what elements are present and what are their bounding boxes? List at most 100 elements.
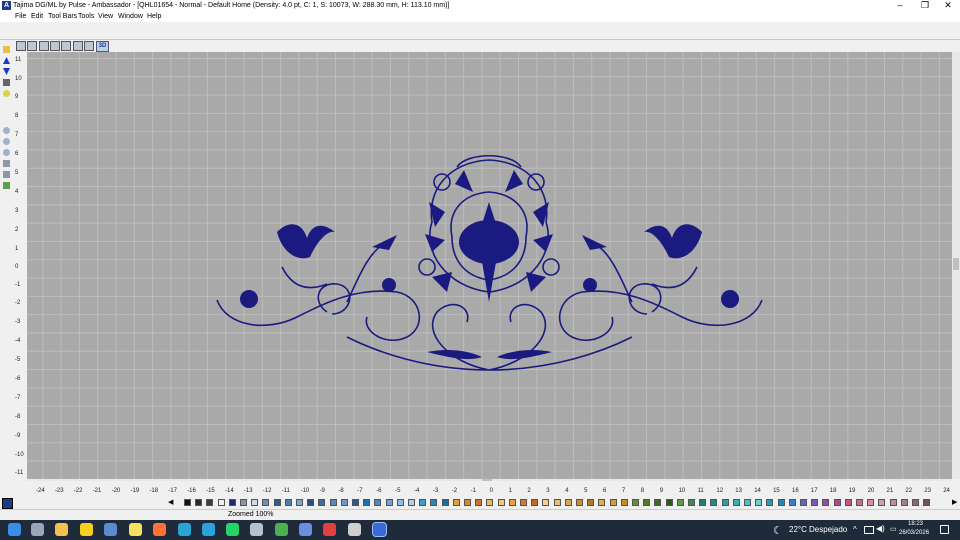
clock-time[interactable]: 18:23: [908, 521, 923, 527]
palette-swatch[interactable]: [318, 499, 326, 506]
minimize-button[interactable]: –: [888, 0, 912, 11]
volume-icon[interactable]: ◀): [876, 524, 885, 533]
palette-swatch[interactable]: [475, 499, 483, 506]
open-design-icon[interactable]: [16, 41, 26, 51]
current-color-swatch[interactable]: [2, 498, 13, 509]
print-icon[interactable]: [3, 79, 10, 86]
taskbar-start-icon[interactable]: [8, 523, 21, 536]
palette-swatch[interactable]: [419, 499, 427, 506]
palette-swatch[interactable]: [520, 499, 527, 506]
palette-swatch[interactable]: [587, 499, 595, 506]
lightbulb-icon[interactable]: [3, 90, 10, 97]
palette-swatch[interactable]: [598, 499, 606, 506]
taskbar-app-gray-icon[interactable]: [250, 523, 263, 536]
palette-swatch[interactable]: [844, 499, 852, 506]
save-icon[interactable]: [27, 41, 37, 51]
taskbar-file-explorer-icon[interactable]: [55, 523, 68, 536]
palette-swatch[interactable]: [363, 499, 371, 506]
zoom-box-icon[interactable]: [3, 171, 10, 178]
zoom-fit-icon[interactable]: [3, 160, 10, 167]
palette-swatch[interactable]: [900, 499, 908, 506]
outline-view-icon[interactable]: [50, 41, 60, 51]
palette-swatch[interactable]: [912, 499, 919, 506]
pen-tool-icon[interactable]: [3, 182, 10, 189]
menu-file[interactable]: File: [15, 12, 26, 21]
palette-swatch[interactable]: [889, 499, 897, 506]
palette-swatch[interactable]: [553, 499, 561, 506]
menu-window[interactable]: Window: [118, 12, 143, 21]
palette-swatch[interactable]: [430, 499, 438, 506]
grid-icon[interactable]: [61, 41, 71, 51]
palette-swatch[interactable]: [878, 499, 886, 506]
palette-swatch[interactable]: [788, 499, 796, 506]
palette-swatch[interactable]: [833, 499, 841, 506]
hoop-icon[interactable]: [73, 41, 83, 51]
taskbar-chrome-icon[interactable]: [275, 523, 288, 536]
palette-swatch[interactable]: [856, 499, 863, 506]
vertical-scrollbar[interactable]: [952, 52, 960, 479]
palette-swatch[interactable]: [307, 499, 315, 506]
palette-swatch[interactable]: [352, 499, 359, 506]
realistic-view-icon[interactable]: [84, 41, 94, 51]
palette-swatch[interactable]: [508, 499, 516, 506]
menu-tools[interactable]: Tools: [78, 12, 94, 21]
palette-swatch[interactable]: [251, 499, 259, 506]
palette-swatch[interactable]: [273, 499, 281, 506]
palette-scroll-right[interactable]: ▶: [952, 498, 957, 506]
clock-date[interactable]: 26/03/2026: [899, 530, 929, 536]
taskbar-task-view-icon[interactable]: [31, 523, 44, 536]
weather-temp[interactable]: 22°C: [789, 525, 807, 534]
palette-swatch[interactable]: [665, 499, 673, 506]
palette-swatch[interactable]: [811, 499, 819, 506]
palette-swatch[interactable]: [800, 499, 807, 506]
palette-swatch[interactable]: [643, 499, 651, 506]
zoom-out-icon[interactable]: [3, 149, 10, 156]
palette-swatch[interactable]: [777, 499, 785, 506]
palette-swatch[interactable]: [710, 499, 718, 506]
palette-swatch[interactable]: [464, 499, 471, 506]
palette-swatch[interactable]: [497, 499, 505, 506]
menu-edit[interactable]: Edit: [31, 12, 43, 21]
maximize-button[interactable]: ❐: [913, 0, 937, 11]
palette-swatch[interactable]: [217, 499, 225, 506]
palette-scroll-left[interactable]: ◀: [168, 498, 173, 506]
taskbar-app-blue-icon[interactable]: [299, 523, 312, 536]
tray-chevron-icon[interactable]: ^: [853, 525, 857, 534]
palette-swatch[interactable]: [195, 499, 203, 506]
taskbar-tajima-active-icon[interactable]: [372, 522, 387, 537]
taskbar-firefox-icon[interactable]: [153, 523, 166, 536]
network-icon[interactable]: [864, 526, 874, 534]
taskbar-norton-icon[interactable]: [80, 523, 93, 536]
palette-swatch[interactable]: [867, 499, 875, 506]
weather-text[interactable]: Despejado: [809, 525, 847, 534]
palette-swatch[interactable]: [576, 499, 583, 506]
palette-swatch[interactable]: [564, 499, 572, 506]
palette-swatch[interactable]: [329, 499, 337, 506]
palette-swatch[interactable]: [923, 499, 931, 506]
taskbar-edge-icon[interactable]: [178, 523, 191, 536]
taskbar-sticky-notes-icon[interactable]: [129, 523, 142, 536]
taskbar-window-app-icon[interactable]: [104, 523, 117, 536]
palette-swatch[interactable]: [340, 499, 348, 506]
palette-swatch[interactable]: [408, 499, 415, 506]
vertical-scroll-thumb[interactable]: [953, 258, 959, 270]
language-icon[interactable]: ▭: [890, 525, 897, 533]
palette-swatch[interactable]: [452, 499, 460, 506]
menu-help[interactable]: Help: [147, 12, 161, 21]
zoom-icon[interactable]: [3, 127, 10, 134]
menu-tool-bars[interactable]: Tool Bars: [48, 12, 77, 21]
taskbar-app-stitch-icon[interactable]: [348, 523, 361, 536]
palette-swatch[interactable]: [262, 499, 270, 506]
palette-swatch[interactable]: [699, 499, 707, 506]
palette-swatch[interactable]: [632, 499, 639, 506]
open-folder-icon[interactable]: [3, 46, 10, 53]
palette-swatch[interactable]: [654, 499, 662, 506]
palette-swatch[interactable]: [441, 499, 449, 506]
zoom-in-icon[interactable]: [3, 138, 10, 145]
palette-swatch[interactable]: [240, 499, 247, 506]
palette-swatch[interactable]: [688, 499, 695, 506]
palette-swatch[interactable]: [486, 499, 494, 506]
palette-swatch[interactable]: [531, 499, 539, 506]
view-3d-button[interactable]: 3D: [96, 41, 109, 52]
palette-swatch[interactable]: [228, 499, 236, 506]
